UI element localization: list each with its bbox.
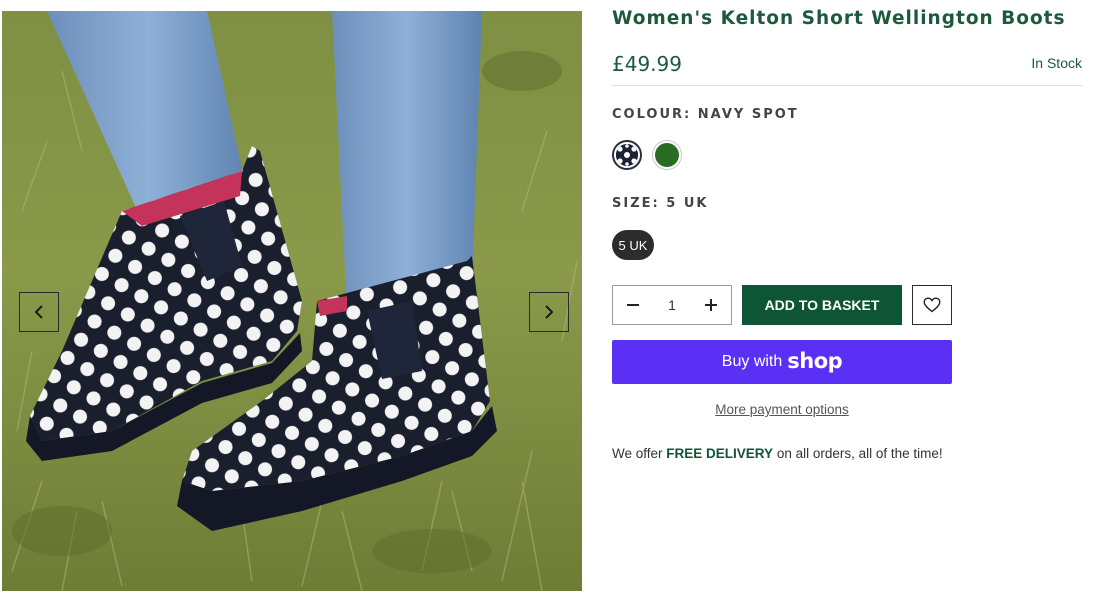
more-payment-options-link[interactable]: More payment options	[612, 402, 952, 417]
product-photo	[2, 11, 582, 591]
size-label: SIZE:	[612, 196, 660, 211]
size-selected-value: 5 UK	[666, 196, 709, 211]
swatch-green[interactable]	[652, 140, 682, 170]
buy-with-shop-button[interactable]: Buy with shop	[612, 340, 952, 384]
swatch-navy-spot[interactable]	[612, 140, 642, 170]
product-info-panel: Women's Kelton Short Wellington Boots £4…	[612, 0, 1082, 602]
chevron-right-icon	[545, 305, 554, 319]
delivery-suffix: on all orders, all of the time!	[773, 446, 943, 461]
chevron-left-icon	[34, 305, 43, 319]
colour-label: COLOUR:	[612, 107, 692, 122]
product-price: £49.99	[612, 52, 682, 76]
minus-icon	[627, 304, 639, 306]
quantity-decrease-button[interactable]	[613, 286, 653, 324]
swatch-navy-spot-fill	[616, 144, 638, 166]
delivery-prefix: We offer	[612, 446, 667, 461]
swatch-green-fill	[655, 143, 679, 167]
quantity-increase-button[interactable]	[691, 286, 731, 324]
quantity-stepper	[612, 285, 732, 325]
delivery-highlight: FREE DELIVERY	[666, 446, 774, 461]
shop-logo: shop	[787, 349, 843, 373]
stock-status: In Stock	[1031, 55, 1082, 71]
delivery-message: We offer FREE DELIVERY on all orders, al…	[612, 446, 943, 461]
heart-icon	[923, 297, 941, 313]
quantity-input[interactable]	[653, 286, 691, 324]
plus-icon	[705, 299, 717, 311]
divider	[612, 85, 1082, 86]
colour-selected-value: NAVY SPOT	[697, 107, 799, 122]
buy-with-label: Buy with	[721, 353, 783, 370]
add-to-basket-button[interactable]: ADD TO BASKET	[742, 285, 902, 325]
wishlist-button[interactable]	[912, 285, 952, 325]
polka-dot-swatch-icon	[616, 144, 638, 166]
gallery-prev-button[interactable]	[19, 292, 59, 332]
product-image-gallery	[2, 11, 582, 591]
colour-option-label: COLOUR: NAVY SPOT	[612, 107, 799, 122]
product-title: Women's Kelton Short Wellington Boots	[612, 8, 1066, 29]
gallery-next-button[interactable]	[529, 292, 569, 332]
size-option-label: SIZE: 5 UK	[612, 196, 708, 211]
size-option-5-uk[interactable]: 5 UK	[612, 230, 654, 260]
